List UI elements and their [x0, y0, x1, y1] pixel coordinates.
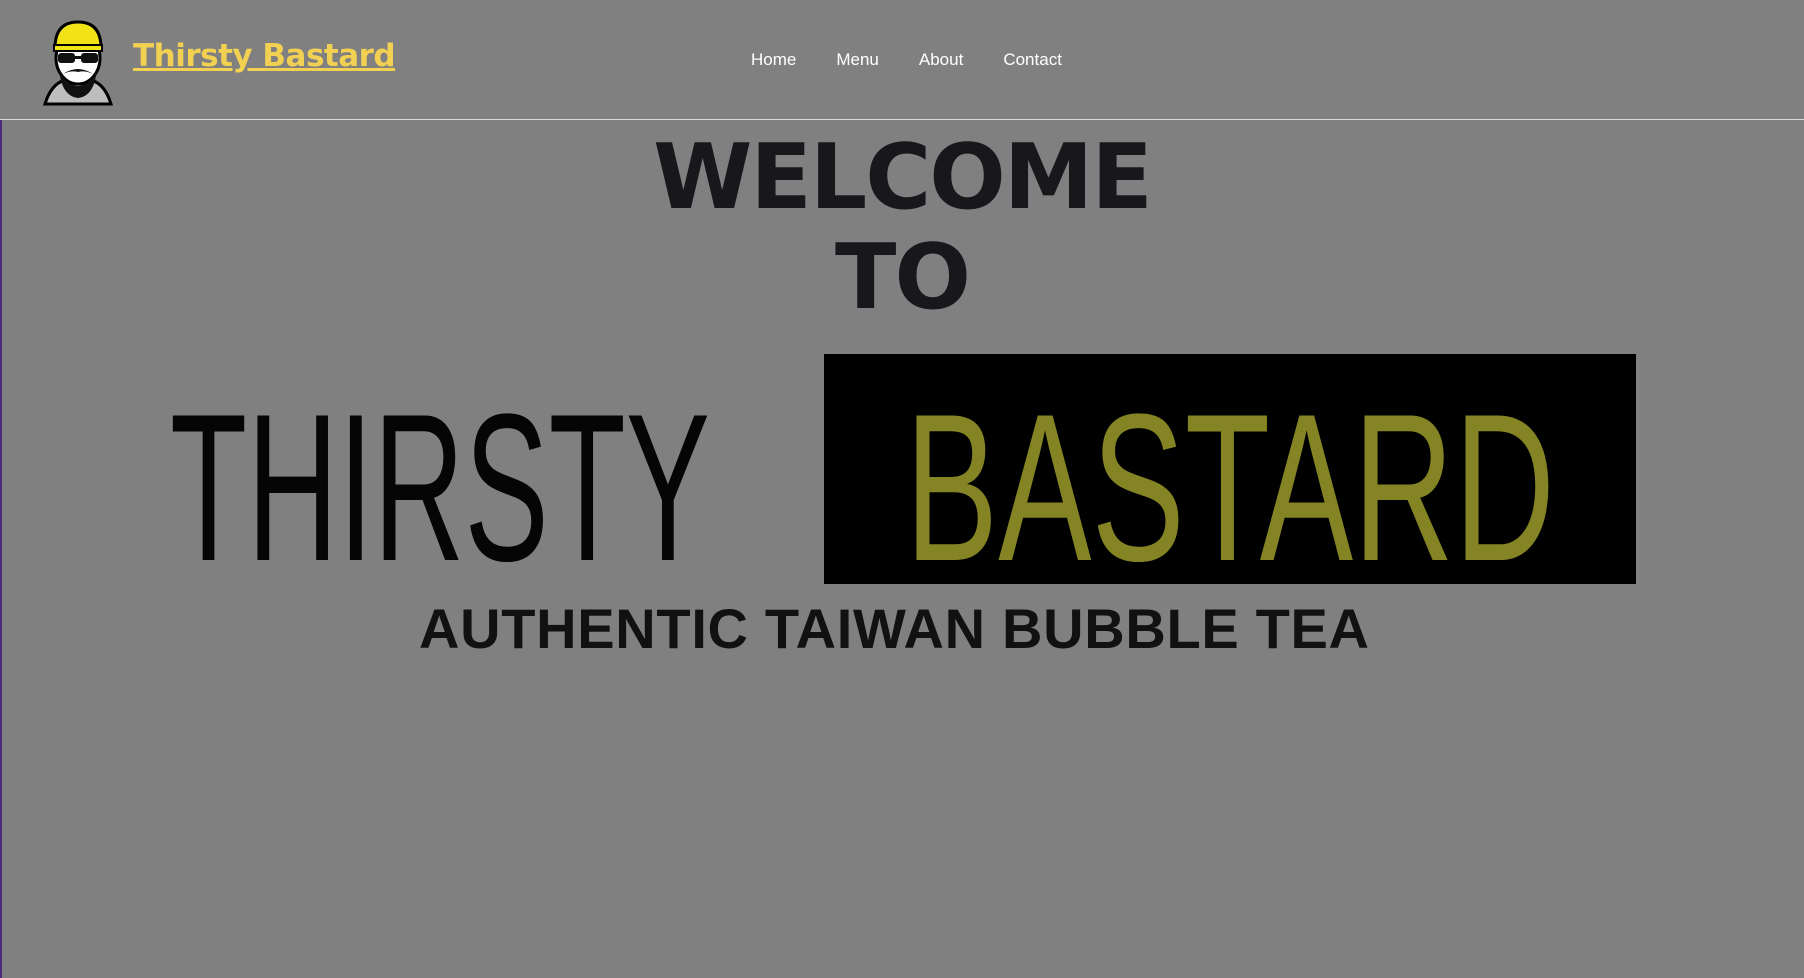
nav-about-link[interactable]: About: [919, 50, 963, 70]
hero-to-heading: TO: [835, 225, 971, 330]
main-nav: Home Menu About Contact: [751, 50, 1062, 70]
banner-word-thirsty: THIRSTY: [170, 370, 710, 605]
nav-home-link[interactable]: Home: [751, 50, 796, 70]
brand-logo-icon[interactable]: [41, 18, 115, 106]
nav-menu-link[interactable]: Menu: [836, 50, 879, 70]
site-header: Thirsty Bastard Home Menu About Contact: [0, 0, 1804, 120]
thirsty-bastard-banner: THIRSTY BASTARD AUTHENTIC TAIWAN BUBBLE …: [170, 354, 1636, 660]
banner-tagline: AUTHENTIC TAIWAN BUBBLE TEA: [419, 597, 1369, 660]
nav-contact-link[interactable]: Contact: [1003, 50, 1062, 70]
brand-name-link[interactable]: Thirsty Bastard: [133, 38, 396, 74]
banner-word-bastard: BASTARD: [905, 370, 1555, 605]
hero-welcome-heading: WELCOME: [653, 125, 1153, 230]
